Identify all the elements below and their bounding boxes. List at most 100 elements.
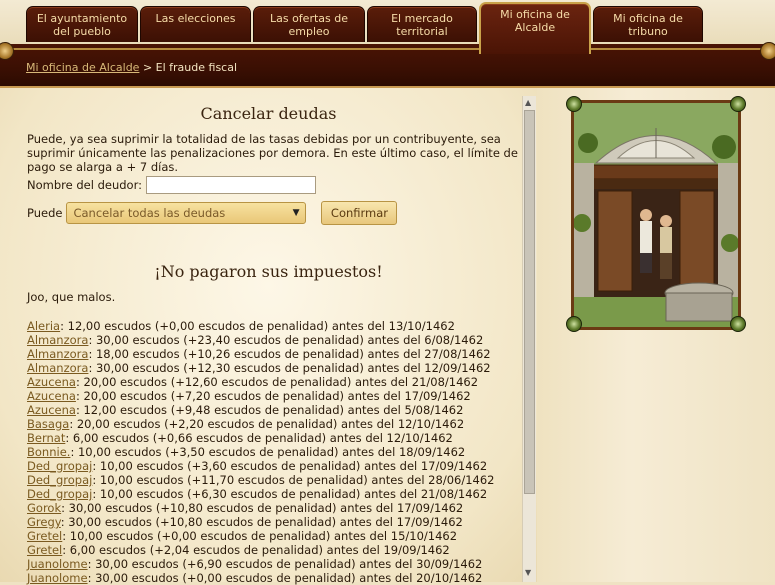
tab-label: El mercado territorial	[391, 12, 453, 38]
breadcrumb-current: El fraude fiscal	[155, 61, 238, 74]
ornament-icon	[760, 42, 775, 60]
debt-detail: : 6,00 escudos (+0,66 escudos de penalid…	[65, 431, 453, 445]
debtor-entry: Almanzora: 30,00 escudos (+23,40 escudos…	[27, 333, 494, 347]
debtor-name-link[interactable]: Almanzora	[27, 361, 88, 375]
debtor-entry: Basaga: 20,00 escudos (+2,20 escudos de …	[27, 417, 494, 431]
debt-detail: : 6,00 escudos (+2,04 escudos de penalid…	[62, 543, 450, 557]
debtor-name-link[interactable]: Almanzora	[27, 333, 88, 347]
tab-label: El ayuntamiento del pueblo	[36, 12, 128, 38]
debtor-entry: Ded_gropaj: 10,00 escudos (+3,60 escudos…	[27, 459, 494, 473]
debtor-name-link[interactable]: Juanolome	[27, 557, 88, 571]
scroll-down-icon[interactable]: ▼	[525, 568, 531, 577]
debtor-name-link[interactable]: Ded_gropaj	[27, 473, 92, 487]
debtor-name-link[interactable]: Bernat	[27, 431, 65, 445]
tab-label: Las elecciones	[155, 12, 236, 25]
scrollbar[interactable]: ▲ ▼	[522, 96, 536, 582]
debtor-row: Nombre del deudor:	[27, 176, 316, 194]
tab-mercado-territorial[interactable]: El mercado territorial	[367, 6, 477, 42]
action-label: Puede	[27, 206, 63, 220]
tab-oficina-tribuno[interactable]: Mi oficina de tribuno	[593, 6, 703, 42]
debtor-name-link[interactable]: Gretel	[27, 543, 62, 557]
debtor-entry: Aleria: 12,00 escudos (+0,00 escudos de …	[27, 319, 494, 333]
debtor-name-link[interactable]: Azucena	[27, 389, 76, 403]
tab-ayuntamiento[interactable]: El ayuntamiento del pueblo	[26, 6, 138, 42]
action-row: Puede Cancelar todas las deudas ▼ Confir…	[27, 201, 398, 225]
debtor-label: Nombre del deudor:	[27, 178, 142, 192]
scroll-up-icon[interactable]: ▲	[525, 98, 531, 107]
debtor-name-link[interactable]: Almanzora	[27, 347, 88, 361]
chevron-down-icon: ▼	[292, 208, 300, 218]
tab-oficina-alcalde[interactable]: Mi oficina de Alcalde	[479, 2, 591, 54]
frame-corner-icon	[566, 316, 582, 332]
debt-detail: : 18,00 escudos (+10,26 escudos de penal…	[88, 347, 491, 361]
tab-ofertas-empleo[interactable]: Las ofertas de empleo	[253, 6, 365, 42]
debt-detail: : 10,00 escudos (+0,00 escudos de penali…	[62, 529, 458, 543]
debt-detail: : 20,00 escudos (+7,20 escudos de penali…	[75, 389, 471, 403]
debtor-entry: Gretel: 10,00 escudos (+0,00 escudos de …	[27, 529, 494, 543]
frame-corner-icon	[730, 316, 746, 332]
debtor-name-link[interactable]: Bonnie.	[27, 445, 70, 459]
frame-corner-icon	[730, 96, 746, 112]
debtor-entry: Bernat: 6,00 escudos (+0,66 escudos de p…	[27, 431, 494, 445]
breadcrumb-bar: Mi oficina de Alcalde > El fraude fiscal	[0, 42, 775, 88]
debtor-entry: Bonnie.: 10,00 escudos (+3,50 escudos de…	[27, 445, 494, 459]
debtor-entry: Juanolome: 30,00 escudos (+0,00 escudos …	[27, 571, 494, 585]
debtor-entry: Azucena: 20,00 escudos (+12,60 escudos d…	[27, 375, 494, 389]
debtor-entry: Ded_gropaj: 10,00 escudos (+6,30 escudos…	[27, 487, 494, 501]
debtor-entry: Almanzora: 18,00 escudos (+10,26 escudos…	[27, 347, 494, 361]
debtor-name-link[interactable]: Gorok	[27, 501, 61, 515]
debtor-name-link[interactable]: Azucena	[27, 375, 76, 389]
cancel-debts-title: Cancelar deudas	[200, 104, 337, 123]
ornament-icon	[0, 42, 14, 60]
debtor-entry: Gorok: 30,00 escudos (+10,80 escudos de …	[27, 501, 494, 515]
debtor-entry: Gregy: 30,00 escudos (+10,80 escudos de …	[27, 515, 494, 529]
tab-label: Mi oficina de tribuno	[613, 12, 683, 38]
debtor-name-link[interactable]: Basaga	[27, 417, 69, 431]
tab-elecciones[interactable]: Las elecciones	[140, 6, 251, 42]
debtor-entry: Azucena: 20,00 escudos (+7,20 escudos de…	[27, 389, 494, 403]
debtor-name-link[interactable]: Gregy	[27, 515, 61, 529]
debtor-name-link[interactable]: Azucena	[27, 403, 76, 417]
breadcrumb-separator: >	[142, 61, 153, 74]
unpaid-subtitle: Joo, que malos.	[27, 290, 116, 304]
debt-detail: : 30,00 escudos (+12,30 escudos de penal…	[88, 361, 491, 375]
debtor-name-link[interactable]: Ded_gropaj	[27, 459, 92, 473]
scrollbar-thumb[interactable]	[524, 110, 535, 494]
tab-label: Mi oficina de Alcalde	[500, 8, 570, 34]
debt-detail: : 30,00 escudos (+10,80 escudos de penal…	[61, 501, 464, 515]
debt-detail: : 30,00 escudos (+0,00 escudos de penali…	[87, 571, 483, 585]
debtor-name-input[interactable]	[145, 176, 316, 194]
debtor-entry: Almanzora: 30,00 escudos (+12,30 escudos…	[27, 361, 494, 375]
debt-detail: : 10,00 escudos (+11,70 escudos de penal…	[92, 473, 495, 487]
debtor-entry: Azucena: 12,00 escudos (+9,48 escudos de…	[27, 403, 494, 417]
frame-corner-icon	[566, 96, 582, 112]
confirm-button[interactable]: Confirmar	[321, 201, 398, 225]
town-hall-scene-icon	[573, 103, 739, 327]
debt-detail: : 30,00 escudos (+23,40 escudos de penal…	[88, 333, 484, 347]
debtor-name-link[interactable]: Juanolome	[27, 571, 88, 585]
town-hall-illustration	[571, 100, 741, 330]
debt-detail: : 20,00 escudos (+2,20 escudos de penali…	[69, 417, 465, 431]
tab-bar: El ayuntamiento del pueblo Las eleccione…	[0, 0, 775, 54]
debtor-name-link[interactable]: Aleria	[27, 319, 60, 333]
debt-detail: : 12,00 escudos (+9,48 escudos de penali…	[75, 403, 464, 417]
unpaid-taxes-title: ¡No pagaron sus impuestos!	[154, 262, 383, 281]
debtor-entry: Juanolome: 30,00 escudos (+6,90 escudos …	[27, 557, 494, 571]
debt-detail: : 30,00 escudos (+6,90 escudos de penali…	[87, 557, 483, 571]
cancel-description: Puede, ya sea suprimir la totalidad de l…	[27, 132, 518, 174]
debt-detail: : 20,00 escudos (+12,60 escudos de penal…	[75, 375, 479, 389]
debtor-entry: Gretel: 6,00 escudos (+2,04 escudos de p…	[27, 543, 494, 557]
breadcrumb-link-oficina-alcalde[interactable]: Mi oficina de Alcalde	[26, 61, 139, 74]
debtor-name-link[interactable]: Ded_gropaj	[27, 487, 92, 501]
debtor-name-link[interactable]: Gretel	[27, 529, 62, 543]
breadcrumb: Mi oficina de Alcalde > El fraude fiscal	[26, 61, 237, 74]
tab-label: Las ofertas de empleo	[269, 12, 349, 38]
cancel-mode-select[interactable]: Cancelar todas las deudas ▼	[66, 202, 307, 224]
debtor-list: Aleria: 12,00 escudos (+0,00 escudos de …	[27, 319, 494, 585]
debt-detail: : 10,00 escudos (+6,30 escudos de penali…	[92, 487, 488, 501]
debt-detail: : 10,00 escudos (+3,50 escudos de penali…	[70, 445, 466, 459]
debtor-entry: Ded_gropaj: 10,00 escudos (+11,70 escudo…	[27, 473, 494, 487]
cancel-mode-value: Cancelar todas las deudas	[73, 206, 226, 220]
debt-detail: : 30,00 escudos (+10,80 escudos de penal…	[60, 515, 463, 529]
debt-detail: : 10,00 escudos (+3,60 escudos de penali…	[92, 459, 488, 473]
